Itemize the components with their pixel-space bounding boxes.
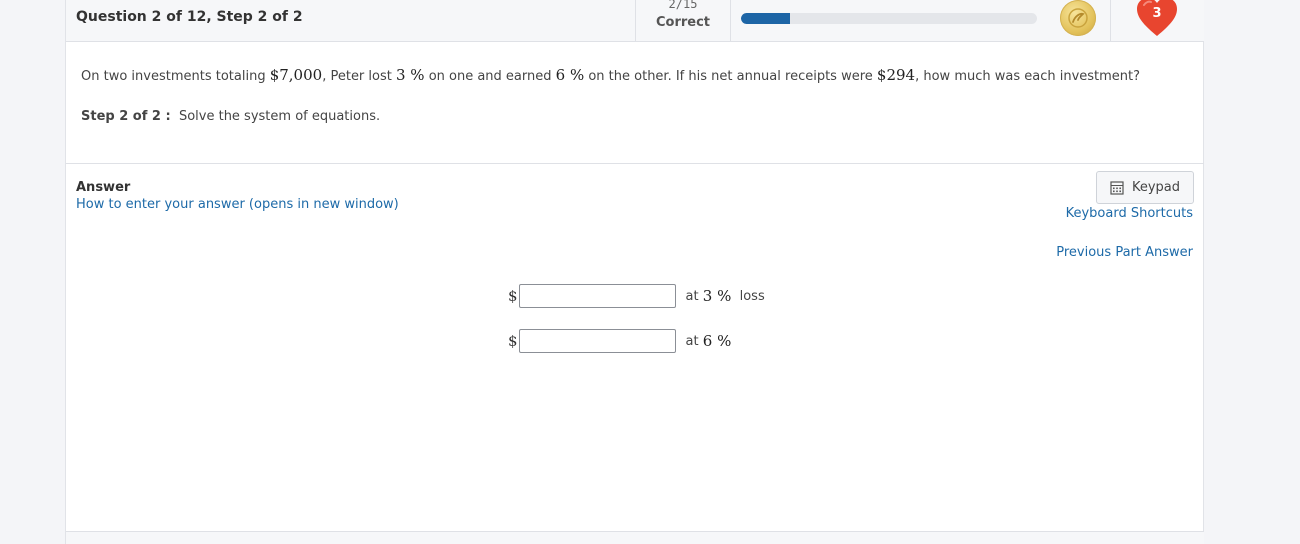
- section-divider: [66, 163, 1204, 164]
- question-card: Question 2 of 12, Step 2 of 2 2/15 Corre…: [65, 0, 1204, 544]
- at-label: at: [685, 288, 699, 304]
- question-title: Question 2 of 12, Step 2 of 2: [76, 9, 303, 25]
- question-text-part: on the other. If his net annual receipts…: [584, 69, 877, 84]
- question-header: Question 2 of 12, Step 2 of 2 2/15 Corre…: [66, 0, 1204, 42]
- calculator-icon: [1110, 180, 1124, 195]
- answer-row-earn: $ at 6 %: [508, 329, 731, 353]
- currency-symbol: $: [508, 287, 518, 305]
- score-label: Correct: [655, 15, 711, 30]
- question-text-part: , how much was each investment?: [915, 69, 1141, 84]
- question-total-amount: $7,000: [269, 66, 323, 84]
- answer-heading: Answer: [76, 180, 131, 195]
- coin-cell: [1046, 0, 1111, 41]
- card-footer: [66, 532, 1204, 544]
- earn-investment-input[interactable]: [518, 329, 676, 353]
- lives-count: 3: [1152, 6, 1162, 21]
- answer-row-loss: $ at 3 % loss: [508, 284, 765, 308]
- how-to-enter-answer-link[interactable]: How to enter your answer (opens in new w…: [76, 197, 399, 212]
- keyboard-shortcuts-link[interactable]: Keyboard Shortcuts: [1066, 206, 1193, 221]
- question-text-part: On two investments totaling: [81, 69, 270, 84]
- earn-rate: 6 %: [702, 332, 732, 350]
- step-label: Step 2 of 2 :: [81, 109, 171, 124]
- loss-rate: 3 %: [702, 287, 732, 305]
- question-loss-rate: 3 %: [395, 66, 425, 84]
- question-text-part: on one and earned: [424, 69, 556, 84]
- score-box: 2/15 Correct: [635, 0, 731, 41]
- previous-part-answer-link[interactable]: Previous Part Answer: [1056, 245, 1193, 260]
- loss-investment-input[interactable]: [518, 284, 676, 308]
- loss-label: loss: [739, 288, 765, 304]
- question-receipts-amount: $294: [876, 66, 916, 84]
- question-text: On two investments totaling $7,000, Pete…: [81, 66, 1140, 84]
- keypad-label: Keypad: [1131, 180, 1181, 195]
- step-instruction: Step 2 of 2 : Solve the system of equati…: [81, 109, 380, 124]
- question-earn-rate: 6 %: [555, 66, 585, 84]
- keypad-button[interactable]: Keypad: [1096, 171, 1194, 204]
- at-label: at: [685, 333, 699, 349]
- coin-icon[interactable]: [1060, 0, 1096, 36]
- currency-symbol: $: [508, 332, 518, 350]
- score-count: 2/15: [668, 0, 698, 11]
- step-text: Solve the system of equations.: [178, 109, 381, 124]
- progress-bar: [741, 13, 1037, 24]
- lives-heart-icon: 3: [1135, 0, 1179, 38]
- progress-fill: [741, 13, 791, 24]
- question-text-part: , Peter lost: [322, 69, 396, 84]
